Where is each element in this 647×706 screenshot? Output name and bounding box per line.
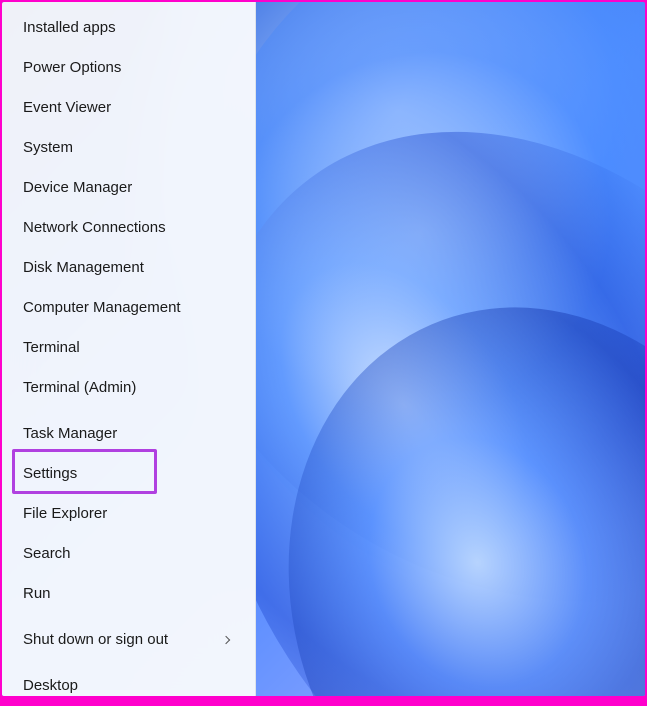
menu-item-task-manager[interactable]: Task Manager: [2, 414, 255, 454]
menu-item-label: Settings: [23, 463, 77, 485]
menu-item-label: System: [23, 137, 73, 159]
menu-item-computer-management[interactable]: Computer Management: [2, 288, 255, 328]
menu-item-label: Task Manager: [23, 423, 117, 445]
menu-item-settings[interactable]: Settings: [2, 454, 255, 494]
winx-context-menu: Installed apps Power Options Event Viewe…: [2, 2, 256, 696]
menu-item-device-manager[interactable]: Device Manager: [2, 168, 255, 208]
menu-item-system[interactable]: System: [2, 128, 255, 168]
menu-item-label: Shut down or sign out: [23, 629, 168, 651]
menu-item-label: Desktop: [23, 675, 78, 697]
menu-item-terminal[interactable]: Terminal: [2, 328, 255, 368]
chevron-right-icon: [222, 636, 230, 644]
menu-item-label: Network Connections: [23, 217, 166, 239]
menu-item-label: File Explorer: [23, 503, 107, 525]
menu-item-label: Disk Management: [23, 257, 144, 279]
menu-item-label: Search: [23, 543, 71, 565]
menu-item-label: Device Manager: [23, 177, 132, 199]
menu-item-event-viewer[interactable]: Event Viewer: [2, 88, 255, 128]
menu-item-search[interactable]: Search: [2, 534, 255, 574]
menu-item-label: Terminal (Admin): [23, 377, 136, 399]
menu-item-terminal-admin[interactable]: Terminal (Admin): [2, 368, 255, 408]
menu-item-network-connections[interactable]: Network Connections: [2, 208, 255, 248]
menu-item-label: Computer Management: [23, 297, 181, 319]
menu-item-file-explorer[interactable]: File Explorer: [2, 494, 255, 534]
menu-item-installed-apps[interactable]: Installed apps: [2, 8, 255, 48]
menu-item-label: Installed apps: [23, 17, 116, 39]
menu-item-run[interactable]: Run: [2, 574, 255, 614]
menu-item-power-options[interactable]: Power Options: [2, 48, 255, 88]
menu-item-label: Event Viewer: [23, 97, 111, 119]
menu-item-desktop[interactable]: Desktop: [2, 666, 255, 706]
menu-item-disk-management[interactable]: Disk Management: [2, 248, 255, 288]
menu-item-label: Power Options: [23, 57, 121, 79]
menu-item-label: Terminal: [23, 337, 80, 359]
menu-item-shutdown[interactable]: Shut down or sign out: [2, 620, 255, 660]
menu-item-label: Run: [23, 583, 51, 605]
